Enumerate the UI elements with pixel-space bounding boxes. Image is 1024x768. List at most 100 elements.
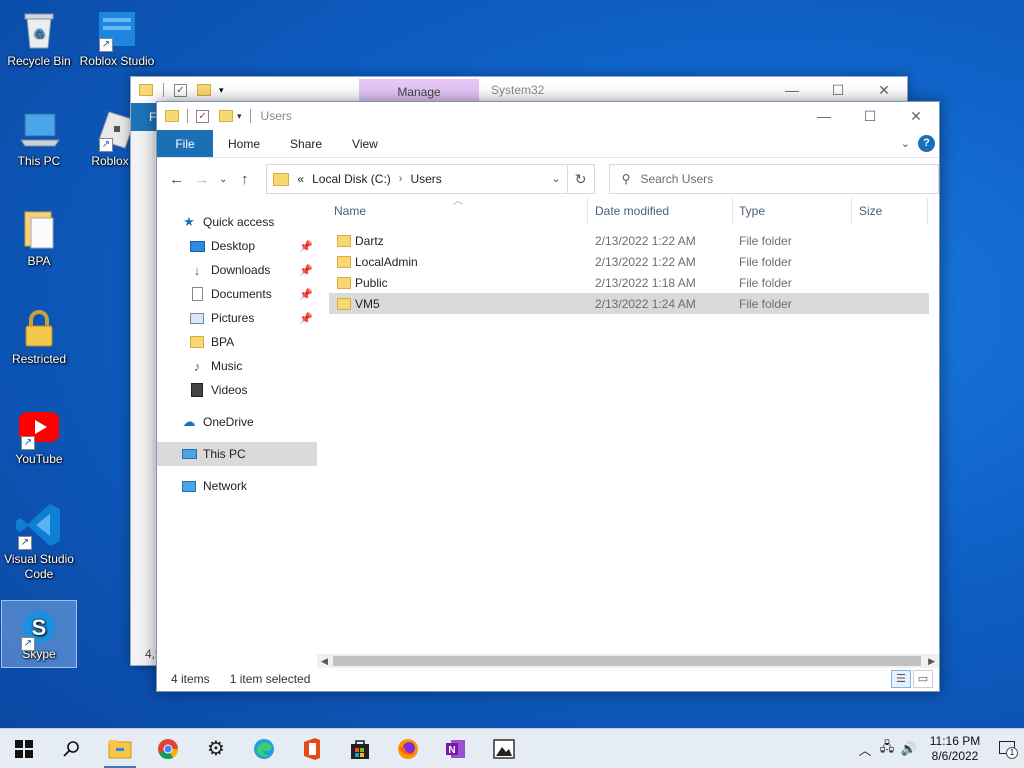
chrome-icon[interactable]: [144, 729, 192, 768]
nav-item-videos[interactable]: Videos: [157, 378, 317, 402]
desktop-icon-skype[interactable]: S ↗ Skype: [1, 600, 77, 668]
new-folder-icon[interactable]: [197, 84, 211, 96]
vscode-icon: ↗: [14, 500, 64, 550]
large-icons-view-icon[interactable]: ▭: [913, 670, 933, 688]
desktop-icon-vscode[interactable]: ↗ Visual Studio Code: [1, 500, 77, 582]
file-date: 2/13/2022 1:18 AM: [595, 276, 696, 290]
onenote-icon[interactable]: N: [432, 729, 480, 768]
nav-item-network[interactable]: Network: [157, 474, 317, 498]
file-date: 2/13/2022 1:22 AM: [595, 234, 696, 248]
network-icon[interactable]: 🖧: [876, 738, 898, 760]
table-row[interactable]: Public 2/13/2022 1:18 AM File folder: [329, 272, 929, 293]
nav-item-downloads[interactable]: ↓ Downloads 📌: [157, 258, 317, 282]
column-date-modified[interactable]: Date modified: [595, 204, 669, 218]
desktop-icon-this-pc[interactable]: This PC: [1, 108, 77, 168]
desktop-icon-restricted[interactable]: Restricted: [1, 306, 77, 366]
search-icon: ⚲: [621, 172, 631, 186]
search-icon[interactable]: [48, 729, 96, 768]
pin-icon[interactable]: 📌: [299, 312, 313, 325]
table-row[interactable]: LocalAdmin 2/13/2022 1:22 AM File folder: [329, 251, 929, 272]
svg-text:♻: ♻: [34, 27, 45, 41]
tab-file[interactable]: File: [157, 130, 213, 157]
chevron-up-icon[interactable]: ︿: [854, 740, 876, 759]
breadcrumb-overflow[interactable]: «: [297, 172, 304, 186]
tab-manage[interactable]: Manage: [359, 79, 479, 103]
up-button[interactable]: ↑: [235, 171, 254, 188]
forward-button[interactable]: →: [192, 171, 211, 188]
desktop-icon-roblox-studio[interactable]: ↗ Roblox Studio: [79, 8, 155, 68]
firefox-icon[interactable]: [384, 729, 432, 768]
folder-icon: [337, 235, 351, 247]
column-type[interactable]: Type: [739, 204, 765, 218]
column-size[interactable]: Size: [859, 204, 882, 218]
customize-toolbar-icon[interactable]: ▾: [237, 111, 242, 122]
horizontal-scrollbar[interactable]: ◀ ▶: [317, 654, 939, 668]
title-bar[interactable]: ✓ ▾ Users — ☐ ✕: [157, 102, 939, 130]
table-row[interactable]: Dartz 2/13/2022 1:22 AM File folder: [329, 230, 929, 251]
close-button[interactable]: ✕: [861, 77, 907, 103]
address-bar[interactable]: « Local Disk (C:) › Users ⌄: [266, 164, 568, 194]
scroll-left-icon[interactable]: ◀: [321, 654, 328, 668]
start-icon[interactable]: [0, 729, 48, 768]
breadcrumb-local-disk[interactable]: Local Disk (C:): [312, 172, 391, 186]
folder-icon: [165, 110, 179, 122]
pin-icon[interactable]: 📌: [299, 240, 313, 253]
desktop-icon: [189, 239, 205, 253]
new-folder-icon[interactable]: [219, 110, 233, 122]
close-button[interactable]: ✕: [893, 102, 939, 130]
nav-item-bpa[interactable]: BPA: [157, 330, 317, 354]
properties-icon[interactable]: ✓: [196, 109, 209, 123]
nav-item-quick-access[interactable]: ★ Quick access: [157, 210, 317, 234]
nav-item-documents[interactable]: Documents 📌: [157, 282, 317, 306]
breadcrumb-users[interactable]: Users: [410, 172, 441, 186]
details-view-icon[interactable]: ☰: [891, 670, 911, 688]
sort-ascending-icon: ︿: [453, 196, 463, 207]
notification-icon[interactable]: 1: [990, 741, 1024, 759]
file-type: File folder: [739, 297, 792, 311]
scrollbar-thumb[interactable]: [333, 656, 921, 666]
clock[interactable]: 11:16 PM 8/6/2022: [924, 734, 986, 764]
tab-home[interactable]: Home: [213, 130, 275, 157]
customize-toolbar-icon[interactable]: ▾: [219, 85, 224, 96]
minimize-button[interactable]: —: [801, 102, 847, 130]
nav-item-desktop[interactable]: Desktop 📌: [157, 234, 317, 258]
desktop-icon-youtube[interactable]: ↗ YouTube: [1, 406, 77, 466]
store-icon[interactable]: [336, 729, 384, 768]
folder-icon: [273, 172, 290, 186]
back-button[interactable]: ←: [167, 171, 186, 188]
desktop-icon-bpa[interactable]: BPA: [1, 208, 77, 268]
chevron-down-icon[interactable]: ⌄: [551, 172, 560, 185]
tab-share[interactable]: Share: [275, 130, 337, 157]
search-input[interactable]: ⚲ Search Users: [608, 164, 939, 194]
refresh-button[interactable]: ↻: [567, 164, 595, 194]
nav-item-pictures[interactable]: Pictures 📌: [157, 306, 317, 330]
photos-icon[interactable]: [480, 729, 528, 768]
scroll-right-icon[interactable]: ▶: [928, 654, 935, 668]
expand-ribbon-icon[interactable]: ⌄: [901, 137, 910, 150]
settings-icon[interactable]: ⚙: [192, 729, 240, 768]
recent-locations-button[interactable]: ⌄: [218, 174, 230, 185]
chevron-right-icon[interactable]: ›: [399, 173, 403, 185]
minimize-button[interactable]: —: [769, 77, 815, 103]
edge-icon[interactable]: [240, 729, 288, 768]
explorer-window-users[interactable]: ✓ ▾ Users — ☐ ✕ File Home Share View ⌄ ?…: [156, 101, 940, 692]
office-icon[interactable]: [288, 729, 336, 768]
nav-item-music[interactable]: ♪ Music: [157, 354, 317, 378]
pin-icon[interactable]: 📌: [299, 288, 313, 301]
column-name[interactable]: Name: [334, 204, 366, 218]
volume-icon[interactable]: 🔊: [898, 741, 920, 757]
nav-item-onedrive[interactable]: ☁ OneDrive: [157, 410, 317, 434]
tab-view[interactable]: View: [337, 130, 393, 157]
desktop-icon-recycle-bin[interactable]: ♻ Recycle Bin: [1, 8, 77, 68]
file-type: File folder: [739, 255, 792, 269]
title-bar[interactable]: ✓ ▾ Manage System32 — ☐ ✕: [131, 77, 907, 103]
pin-icon[interactable]: 📌: [299, 264, 313, 277]
file-explorer-icon[interactable]: [96, 729, 144, 768]
table-row-selected[interactable]: VM5 2/13/2022 1:24 AM File folder: [329, 293, 929, 314]
maximize-button[interactable]: ☐: [847, 102, 893, 130]
maximize-button[interactable]: ☐: [815, 77, 861, 103]
nav-item-this-pc[interactable]: This PC: [157, 442, 317, 466]
computer-icon: [181, 447, 197, 461]
help-icon[interactable]: ?: [918, 135, 935, 152]
properties-icon[interactable]: ✓: [174, 83, 187, 97]
